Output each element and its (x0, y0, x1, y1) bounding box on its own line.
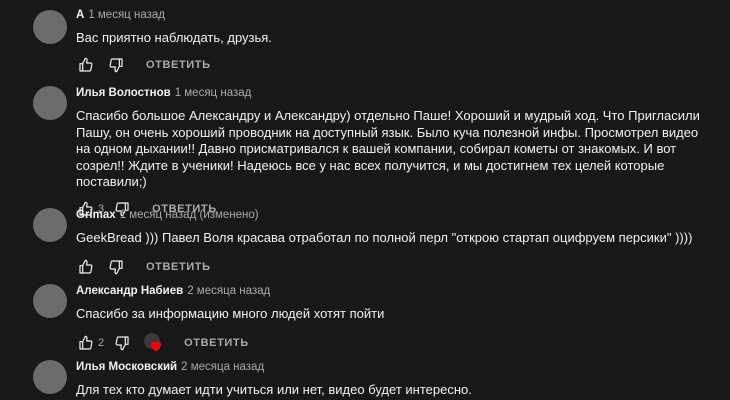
comment-text: GeekBread ))) Павел Воля красава отработ… (76, 230, 693, 245)
thumbs-down-icon[interactable] (110, 331, 134, 355)
avatar[interactable] (33, 10, 67, 44)
comment-text: Вас приятно наблюдать, друзья. (76, 30, 272, 45)
reply-button[interactable]: ОТВЕТИТЬ (140, 257, 217, 277)
comment-time[interactable]: 2 месяца назад (187, 285, 270, 297)
comment-time[interactable]: 1 месяц назад (изменено) (120, 209, 259, 221)
like-count: 2 (98, 336, 105, 349)
avatar[interactable] (33, 208, 67, 242)
comment-text: Для тех кто думает идти учиться или нет,… (76, 382, 472, 397)
comment-actions: ОТВЕТИТЬ (74, 53, 710, 77)
avatar[interactable] (33, 360, 67, 394)
comment-author[interactable]: Илья Московский (76, 361, 177, 373)
comment-actions: 2 ОТВЕТИТЬ (74, 331, 710, 355)
comment-text: Спасибо большое Александру и Александру)… (76, 108, 700, 189)
heart-icon (151, 341, 162, 351)
reply-button[interactable]: ОТВЕТИТЬ (140, 55, 217, 75)
creator-heart-badge[interactable] (142, 331, 166, 355)
comment-author[interactable]: Александр Набиев (76, 285, 183, 297)
comment-time[interactable]: 1 месяц назад (88, 9, 165, 21)
comment-actions: ОТВЕТИТЬ (74, 255, 710, 279)
comment-author[interactable]: А (76, 9, 84, 21)
thumbs-up-icon[interactable] (74, 53, 98, 77)
comment-text: Спасибо за информацию много людей хотят … (76, 306, 385, 321)
avatar[interactable] (33, 86, 67, 120)
thumbs-down-icon[interactable] (104, 53, 128, 77)
avatar[interactable] (33, 284, 67, 318)
reply-button[interactable]: ОТВЕТИТЬ (178, 333, 255, 353)
comment-time[interactable]: 1 месяц назад (175, 87, 252, 99)
comment-author[interactable]: Илья Волостнов (76, 87, 171, 99)
comment-author[interactable]: Grimax (76, 209, 116, 221)
thumbs-up-icon[interactable] (74, 255, 98, 279)
comment-time[interactable]: 2 месяца назад (181, 361, 264, 373)
thumbs-up-icon[interactable] (74, 331, 98, 355)
thumbs-down-icon[interactable] (104, 255, 128, 279)
